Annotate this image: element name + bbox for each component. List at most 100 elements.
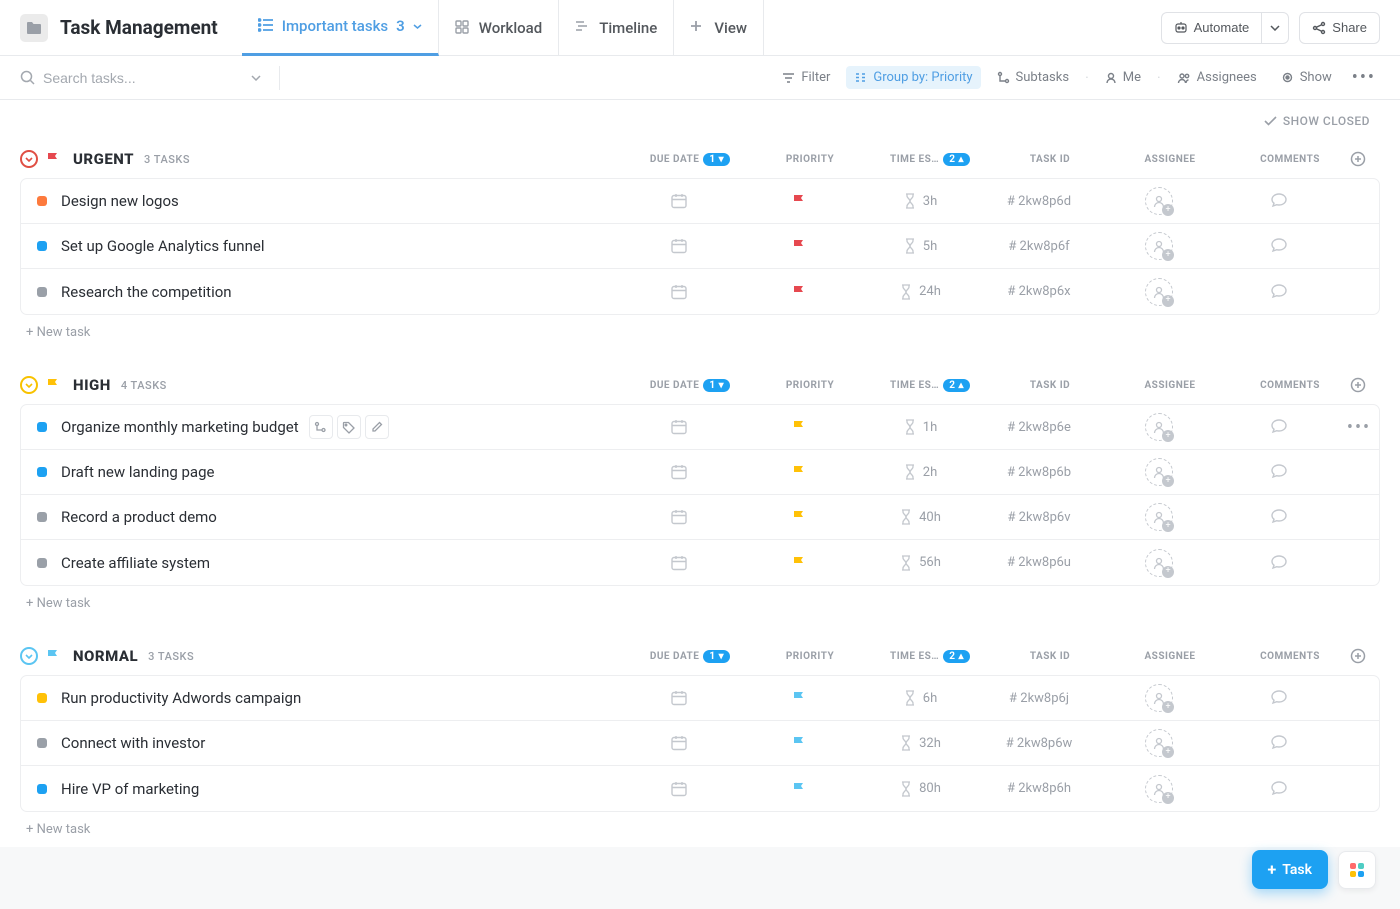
task-name[interactable]: Hire VP of marketing bbox=[61, 780, 199, 798]
cell-assignee[interactable] bbox=[1099, 458, 1219, 486]
task-row[interactable]: Connect with investor 32h # 2kw8p6w bbox=[21, 721, 1379, 766]
task-name[interactable]: Organize monthly marketing budget bbox=[61, 418, 299, 436]
cell-assignee[interactable] bbox=[1099, 187, 1219, 215]
col-comments[interactable]: COMMENTS bbox=[1230, 154, 1350, 165]
new-task-fab[interactable]: + Task bbox=[1252, 850, 1328, 889]
cell-time-estimate[interactable]: 2h bbox=[859, 463, 979, 481]
add-column-button[interactable] bbox=[1350, 648, 1380, 664]
cell-assignee[interactable] bbox=[1099, 775, 1219, 803]
cell-assignee[interactable] bbox=[1099, 549, 1219, 577]
task-row[interactable]: Research the competition 24h # 2kw8p6x bbox=[21, 269, 1379, 314]
cell-priority[interactable] bbox=[739, 735, 859, 751]
assignee-add-icon[interactable] bbox=[1145, 458, 1173, 486]
task-name[interactable]: Connect with investor bbox=[61, 734, 205, 752]
cell-comments[interactable] bbox=[1219, 554, 1339, 572]
cell-assignee[interactable] bbox=[1099, 413, 1219, 441]
tab-important-tasks[interactable]: Important tasks3 bbox=[242, 0, 439, 56]
col-comments[interactable]: COMMENTS bbox=[1230, 380, 1350, 391]
assignee-add-icon[interactable] bbox=[1145, 684, 1173, 712]
add-column-button[interactable] bbox=[1350, 377, 1380, 393]
col-comments[interactable]: COMMENTS bbox=[1230, 651, 1350, 662]
cell-due-date[interactable] bbox=[619, 283, 739, 301]
task-name[interactable]: Design new logos bbox=[61, 192, 179, 210]
cell-priority[interactable] bbox=[739, 555, 859, 571]
show-button[interactable]: Show bbox=[1273, 66, 1340, 89]
cell-due-date[interactable] bbox=[619, 508, 739, 526]
assignee-add-icon[interactable] bbox=[1145, 187, 1173, 215]
cell-due-date[interactable] bbox=[619, 554, 739, 572]
cell-assignee[interactable] bbox=[1099, 503, 1219, 531]
share-button[interactable]: Share bbox=[1299, 12, 1380, 44]
cell-time-estimate[interactable]: 3h bbox=[859, 192, 979, 210]
status-indicator[interactable] bbox=[37, 738, 47, 748]
show-closed-toggle[interactable]: SHOW CLOSED bbox=[1264, 114, 1370, 128]
automate-button[interactable]: Automate bbox=[1161, 12, 1262, 44]
cell-assignee[interactable] bbox=[1099, 278, 1219, 306]
assignee-add-icon[interactable] bbox=[1145, 549, 1173, 577]
cell-assignee[interactable] bbox=[1099, 232, 1219, 260]
col-due-date[interactable]: DUE DATE1 ▾ bbox=[630, 379, 750, 392]
collapse-toggle[interactable] bbox=[20, 150, 38, 168]
task-row[interactable]: Set up Google Analytics funnel 5h # 2kw8… bbox=[21, 224, 1379, 269]
group-by-button[interactable]: Group by: Priority bbox=[846, 66, 980, 89]
new-task-button[interactable]: + New task bbox=[20, 315, 1380, 350]
col-assignee[interactable]: ASSIGNEE bbox=[1110, 651, 1230, 662]
subtask-icon[interactable] bbox=[309, 415, 333, 439]
cell-priority[interactable] bbox=[739, 464, 859, 480]
task-name[interactable]: Run productivity Adwords campaign bbox=[61, 689, 301, 707]
status-indicator[interactable] bbox=[37, 241, 47, 251]
collapse-toggle[interactable] bbox=[20, 376, 38, 394]
cell-comments[interactable] bbox=[1219, 689, 1339, 707]
search-dropdown[interactable] bbox=[251, 75, 261, 81]
cell-time-estimate[interactable]: 1h bbox=[859, 418, 979, 436]
col-task-id[interactable]: TASK ID bbox=[990, 651, 1110, 662]
cell-comments[interactable] bbox=[1219, 283, 1339, 301]
col-time-est[interactable]: TIME ES…2 ▴ bbox=[870, 379, 990, 392]
cell-time-estimate[interactable]: 56h bbox=[859, 554, 979, 572]
cell-comments[interactable] bbox=[1219, 237, 1339, 255]
col-priority[interactable]: PRIORITY bbox=[750, 651, 870, 662]
cell-comments[interactable] bbox=[1219, 192, 1339, 210]
more-menu[interactable]: ••• bbox=[1348, 67, 1380, 88]
status-indicator[interactable] bbox=[37, 558, 47, 568]
cell-priority[interactable] bbox=[739, 690, 859, 706]
cell-due-date[interactable] bbox=[619, 237, 739, 255]
cell-time-estimate[interactable]: 24h bbox=[859, 283, 979, 301]
cell-priority[interactable] bbox=[739, 238, 859, 254]
status-indicator[interactable] bbox=[37, 693, 47, 703]
cell-priority[interactable] bbox=[739, 193, 859, 209]
col-time-est[interactable]: TIME ES…2 ▴ bbox=[870, 153, 990, 166]
cell-time-estimate[interactable]: 32h bbox=[859, 734, 979, 752]
col-priority[interactable]: PRIORITY bbox=[750, 154, 870, 165]
task-name[interactable]: Set up Google Analytics funnel bbox=[61, 237, 264, 255]
col-assignee[interactable]: ASSIGNEE bbox=[1110, 380, 1230, 391]
cell-priority[interactable] bbox=[739, 509, 859, 525]
cell-due-date[interactable] bbox=[619, 418, 739, 436]
automate-dropdown[interactable] bbox=[1261, 12, 1289, 44]
task-row[interactable]: Hire VP of marketing 80h # 2kw8p6h bbox=[21, 766, 1379, 811]
cell-priority[interactable] bbox=[739, 781, 859, 797]
tab-view[interactable]: View bbox=[674, 0, 764, 56]
add-column-button[interactable] bbox=[1350, 151, 1380, 167]
assignees-button[interactable]: Assignees bbox=[1169, 66, 1265, 89]
cell-time-estimate[interactable]: 5h bbox=[859, 237, 979, 255]
col-assignee[interactable]: ASSIGNEE bbox=[1110, 154, 1230, 165]
new-task-button[interactable]: + New task bbox=[20, 812, 1380, 847]
cell-time-estimate[interactable]: 40h bbox=[859, 508, 979, 526]
task-row[interactable]: Draft new landing page 2h # 2kw8p6b bbox=[21, 450, 1379, 495]
collapse-toggle[interactable] bbox=[20, 647, 38, 665]
status-indicator[interactable] bbox=[37, 784, 47, 794]
cell-due-date[interactable] bbox=[619, 689, 739, 707]
task-row[interactable]: Run productivity Adwords campaign 6h # 2… bbox=[21, 676, 1379, 721]
cell-priority[interactable] bbox=[739, 284, 859, 300]
cell-due-date[interactable] bbox=[619, 192, 739, 210]
task-row[interactable]: Design new logos 3h # 2kw8p6d bbox=[21, 179, 1379, 224]
task-row[interactable]: Record a product demo 40h # 2kw8p6v bbox=[21, 495, 1379, 540]
task-name[interactable]: Record a product demo bbox=[61, 508, 217, 526]
new-task-button[interactable]: + New task bbox=[20, 586, 1380, 621]
apps-button[interactable] bbox=[1338, 851, 1376, 889]
assignee-add-icon[interactable] bbox=[1145, 232, 1173, 260]
status-indicator[interactable] bbox=[37, 422, 47, 432]
task-name[interactable]: Create affiliate system bbox=[61, 554, 210, 572]
cell-assignee[interactable] bbox=[1099, 729, 1219, 757]
